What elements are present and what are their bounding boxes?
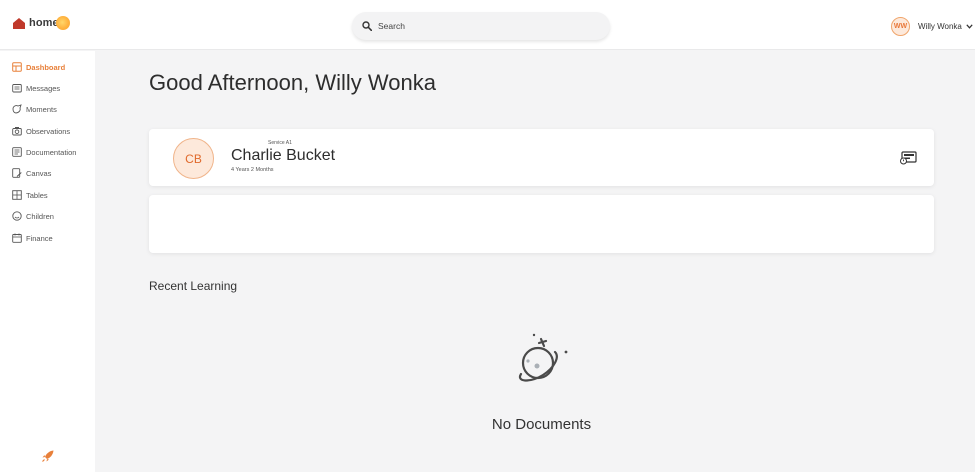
sidebar-item-label: Documentation: [26, 147, 77, 157]
sidebar-item-canvas[interactable]: Canvas: [12, 167, 51, 179]
sidebar-item-observations[interactable]: Observations: [12, 125, 70, 137]
sidebar-item-dashboard[interactable]: Dashboard: [12, 61, 65, 73]
sidebar-item-children[interactable]: Children: [12, 210, 54, 222]
sidebar-item-label: Dashboard: [26, 62, 66, 72]
chevron-down-icon: [966, 24, 973, 29]
search-bar[interactable]: [352, 12, 610, 40]
empty-state-message: No Documents: [491, 416, 592, 433]
empty-card: [149, 195, 934, 253]
sidebar-item-label: Finance: [26, 233, 53, 243]
home-logo[interactable]: home: [13, 16, 70, 30]
sidebar-item-label: Moments: [26, 104, 57, 114]
sidebar-item-label: Messages: [26, 83, 61, 93]
top-bar: home WW Willy Wonka: [0, 0, 975, 50]
user-name: Willy Wonka: [918, 22, 962, 31]
recent-learning-heading: Recent Learning: [149, 279, 238, 293]
child-age: 4 Years 2 Months: [231, 167, 274, 173]
logo-text: home: [29, 17, 59, 29]
observations-icon: [12, 127, 22, 136]
search-input[interactable]: [378, 21, 578, 31]
sidebar-item-moments[interactable]: Moments: [12, 103, 57, 115]
finance-icon: [12, 233, 22, 243]
sidebar-item-messages[interactable]: Messages: [12, 82, 60, 94]
dashboard-icon: [12, 62, 22, 72]
child-name: Charlie Bucket: [231, 147, 336, 164]
children-icon: [12, 211, 22, 221]
sun-icon: [55, 16, 70, 30]
planet-icon: [518, 333, 568, 382]
canvas-icon: [12, 168, 22, 178]
sidebar-item-finance[interactable]: Finance: [12, 232, 53, 244]
avatar: CB: [173, 138, 214, 179]
messages-icon: [12, 84, 22, 93]
sidebar-item-label: Observations: [26, 126, 71, 136]
service-label: Service A1: [268, 140, 292, 146]
sidebar-item-label: Canvas: [26, 168, 52, 178]
moments-icon: [12, 104, 22, 114]
avatar: WW: [891, 17, 910, 36]
sidebar-item-label: Tables: [26, 190, 48, 200]
sidebar-item-label: Children: [26, 211, 54, 221]
page-title: Good Afternoon, Willy Wonka: [149, 70, 436, 95]
documentation-icon: [12, 147, 22, 157]
child-card[interactable]: CB Service A1 Charlie Bucket 4 Years 2 M…: [149, 129, 934, 186]
rocket-icon[interactable]: [41, 449, 55, 463]
documents-icon[interactable]: [899, 151, 917, 165]
sidebar-item-documentation[interactable]: Documentation: [12, 146, 76, 158]
search-icon: [362, 21, 372, 31]
house-icon: [13, 17, 25, 29]
user-menu[interactable]: WW Willy Wonka: [891, 17, 973, 36]
sidebar-item-tables[interactable]: Tables: [12, 189, 48, 201]
tables-icon: [12, 190, 22, 200]
